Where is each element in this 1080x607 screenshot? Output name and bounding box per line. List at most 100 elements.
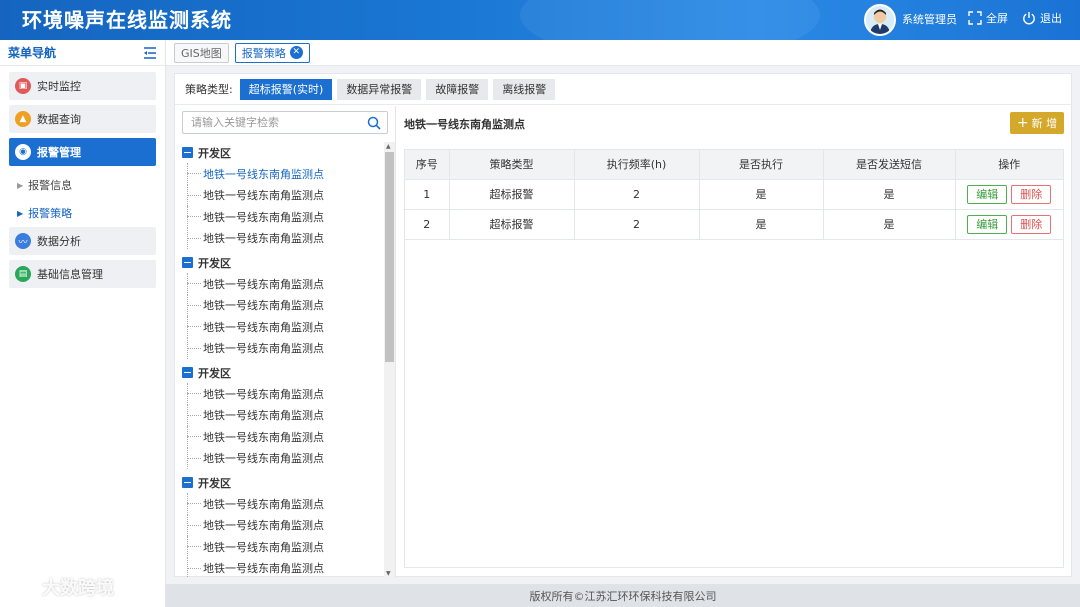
tree-leaf-label: 地铁一号线东南角监测点 — [203, 519, 324, 533]
tree-group-header[interactable]: 开发区 — [175, 362, 383, 383]
table-row: 2 超标报警 2 是 是 编辑 删除 — [405, 209, 1063, 240]
tree-group: 开发区 地铁一号线东南角监测点 地铁一号线东南角监测点 地铁一号线东南角监测点 … — [175, 142, 383, 249]
user-name[interactable]: 系统管理员 — [902, 12, 957, 28]
edit-button[interactable]: 编辑 — [967, 184, 1008, 204]
tree-leaf[interactable]: 地铁一号线东南角监测点 — [175, 514, 383, 537]
sidebar-item-alarm[interactable]: ◉ 报警管理 — [9, 138, 156, 166]
table-cell: 2 — [574, 179, 700, 210]
sidebar-item-label: 数据查询 — [37, 113, 81, 126]
tree-group-label: 开发区 — [198, 366, 231, 380]
tree-leaf[interactable]: 地铁一号线东南角监测点 — [175, 163, 383, 185]
column-header: 是否执行 — [699, 150, 824, 180]
sidebar-item-label: 数据分析 — [37, 235, 81, 248]
tree-leaf-label: 地铁一号线东南角监测点 — [203, 210, 324, 224]
search-icon[interactable] — [367, 116, 381, 130]
search-input[interactable] — [191, 116, 361, 129]
footer: 版权所有©江苏汇环环保科技有限公司 — [166, 584, 1080, 607]
type-button-overlimit[interactable]: 超标报警(实时) — [239, 78, 333, 100]
tree-leaf-label: 地铁一号线东南角监测点 — [203, 562, 324, 576]
tab-alarm-strategy[interactable]: 报警策略 ✕ — [234, 42, 310, 63]
tab-gis-map[interactable]: GIS地图 — [174, 42, 229, 63]
sidebar-item-label: 实时监控 — [37, 80, 81, 93]
sidebar-title: 菜单导航 — [8, 46, 57, 60]
strategy-table-wrap: 序号 策略类型 执行频率(h) 是否执行 是否发送短信 操作 1 超标报警 2 … — [404, 149, 1064, 568]
tree-leaf[interactable]: 地铁一号线东南角监测点 — [175, 316, 383, 338]
column-header: 执行频率(h) — [574, 150, 700, 180]
monitor-point-tree: 开发区 地铁一号线东南角监测点 地铁一号线东南角监测点 地铁一号线东南角监测点 … — [175, 106, 396, 578]
tree-leaf-label: 地铁一号线东南角监测点 — [203, 277, 324, 291]
type-button-data-abnormal[interactable]: 数据异常报警 — [337, 78, 422, 100]
delete-button[interactable]: 删除 — [1011, 184, 1052, 204]
tree-leaf[interactable]: 地铁一号线东南角监测点 — [175, 184, 383, 207]
type-button-fault[interactable]: 故障报警 — [426, 78, 489, 100]
tree-scrollbar[interactable]: ▲ ▼ — [384, 142, 395, 578]
sidebar-item-label: 报警管理 — [37, 146, 81, 159]
logout-button[interactable]: 退出 — [1022, 10, 1062, 26]
tree-group: 开发区 地铁一号线东南角监测点 地铁一号线东南角监测点 地铁一号线东南角监测点 … — [175, 472, 383, 578]
menu-collapse-icon[interactable] — [143, 46, 157, 59]
sidebar-subitem-alarm-info[interactable]: ▶ 报警信息 — [9, 171, 156, 199]
scroll-thumb[interactable] — [385, 152, 394, 362]
tree-group-header[interactable]: 开发区 — [175, 252, 383, 273]
add-button[interactable]: + 新 增 — [1010, 112, 1064, 134]
strategy-type-bar: 策略类型: 超标报警(实时) 数据异常报警 故障报警 离线报警 — [175, 74, 1071, 105]
tree-leaf-label: 地铁一号线东南角监测点 — [203, 342, 324, 356]
tree-group-label: 开发区 — [198, 256, 231, 270]
table-cell-actions: 编辑 删除 — [955, 179, 1063, 210]
tree-leaf[interactable]: 地铁一号线东南角监测点 — [175, 536, 383, 558]
tab-label: 报警策略 — [241, 46, 286, 60]
add-button-label: 新 增 — [1031, 117, 1058, 130]
sidebar-item-realtime[interactable]: ▣ 实时监控 — [9, 72, 156, 100]
tree-leaf[interactable]: 地铁一号线东南角监测点 — [175, 557, 383, 578]
tree-leaf-label: 地铁一号线东南角监测点 — [203, 387, 324, 401]
sidebar-item-basic-info[interactable]: ▤ 基础信息管理 — [9, 260, 156, 288]
sidebar-item-analysis[interactable]: 〰 数据分析 — [9, 227, 156, 255]
tree-leaf[interactable]: 地铁一号线东南角监测点 — [175, 426, 383, 448]
column-header: 是否发送短信 — [823, 150, 956, 180]
sidebar: 菜单导航 ▣ 实时监控 ▲ 数据查询 ◉ 报警管理 ▶ 报警信息 ▶ 报警策略 … — [0, 40, 166, 607]
main-panel: 策略类型: 超标报警(实时) 数据异常报警 故障报警 离线报警 开发区 地铁一号… — [174, 73, 1072, 578]
scroll-up-icon[interactable]: ▲ — [386, 143, 391, 150]
tree-group: 开发区 地铁一号线东南角监测点 地铁一号线东南角监测点 地铁一号线东南角监测点 … — [175, 252, 383, 359]
tree-leaf-label: 地铁一号线东南角监测点 — [203, 430, 324, 444]
tree-leaf[interactable]: 地铁一号线东南角监测点 — [175, 383, 383, 405]
plus-icon: + — [1016, 115, 1029, 131]
sidebar-item-query[interactable]: ▲ 数据查询 — [9, 105, 156, 133]
monitor-icon: ▣ — [15, 78, 31, 94]
collapse-icon[interactable] — [182, 477, 193, 488]
table-cell: 是 — [699, 209, 824, 240]
sidebar-item-label: 基础信息管理 — [37, 268, 103, 281]
edit-button[interactable]: 编辑 — [967, 214, 1008, 234]
collapse-icon[interactable] — [182, 257, 193, 268]
collapse-icon[interactable] — [182, 147, 193, 158]
scroll-down-icon[interactable]: ▼ — [386, 570, 391, 577]
sidebar-subitem-alarm-strategy[interactable]: ▶ 报警策略 — [9, 199, 156, 227]
power-icon — [1023, 12, 1035, 25]
column-header: 操作 — [955, 150, 1063, 180]
tree-leaf[interactable]: 地铁一号线东南角监测点 — [175, 493, 383, 515]
type-button-offline[interactable]: 离线报警 — [493, 78, 556, 100]
table-header-row: 序号 策略类型 执行频率(h) 是否执行 是否发送短信 操作 — [405, 150, 1063, 180]
tree-leaf[interactable]: 地铁一号线东南角监测点 — [175, 447, 383, 470]
table-cell-actions: 编辑 删除 — [955, 209, 1063, 240]
tree-group-header[interactable]: 开发区 — [175, 472, 383, 493]
user-avatar-icon — [870, 9, 890, 34]
tree-leaf[interactable]: 地铁一号线东南角监测点 — [175, 294, 383, 317]
tree-group-header[interactable]: 开发区 — [175, 142, 383, 163]
collapse-icon[interactable] — [182, 367, 193, 378]
tree-leaf[interactable]: 地铁一号线东南角监测点 — [175, 206, 383, 228]
close-icon[interactable]: ✕ — [289, 46, 303, 59]
tree-leaf-label: 地铁一号线东南角监测点 — [203, 540, 324, 554]
tree-leaf[interactable]: 地铁一号线东南角监测点 — [175, 227, 383, 250]
tree-search — [182, 111, 388, 134]
tree-group-label: 开发区 — [198, 476, 231, 490]
tree-leaf-label: 地铁一号线东南角监测点 — [203, 409, 324, 423]
tree-leaf[interactable]: 地铁一号线东南角监测点 — [175, 273, 383, 295]
tree-leaf[interactable]: 地铁一号线东南角监测点 — [175, 337, 383, 360]
tree-group-label: 开发区 — [198, 146, 231, 160]
column-header: 策略类型 — [449, 150, 575, 180]
avatar[interactable] — [864, 4, 896, 36]
tree-leaf[interactable]: 地铁一号线东南角监测点 — [175, 404, 383, 427]
fullscreen-button[interactable]: 全屏 — [968, 10, 1008, 26]
delete-button[interactable]: 删除 — [1011, 214, 1052, 234]
